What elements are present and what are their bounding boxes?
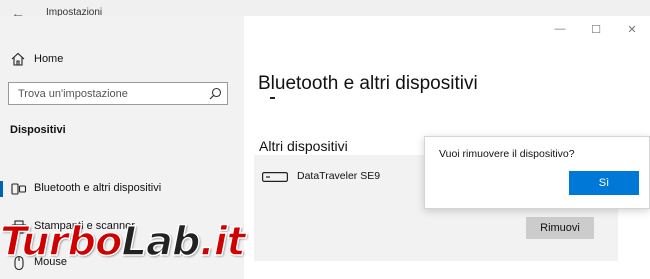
window-controls: — ☐ ✕ — [542, 16, 650, 42]
search-input[interactable] — [9, 83, 208, 104]
watermark-part-3: .it — [199, 218, 247, 266]
search-icon[interactable] — [209, 87, 222, 100]
sidebar-item-bluetooth[interactable]: Bluetooth e altri dispositivi — [0, 178, 244, 200]
home-icon — [11, 52, 25, 66]
turbolab-watermark-logo: TurboLab.it — [0, 212, 246, 272]
usb-drive-icon — [262, 172, 288, 182]
watermark-part-1: Turbo — [0, 218, 123, 266]
selection-indicator — [0, 181, 3, 197]
maximize-icon[interactable]: ☐ — [578, 16, 614, 42]
watermark-part-2: Lab — [121, 218, 202, 266]
sidebar-item-home[interactable]: Home — [10, 50, 63, 68]
search-box[interactable] — [8, 82, 228, 105]
close-icon[interactable]: ✕ — [614, 16, 650, 42]
confirm-yes-button[interactable]: Sì — [569, 171, 639, 195]
device-name: DataTraveler SE9 — [297, 170, 381, 182]
page-title: Bluetooth e altri dispositivi — [258, 72, 478, 94]
title-bar: ← Impostazioni — [0, 0, 650, 21]
remove-device-button[interactable]: Rimuovi — [526, 217, 594, 239]
bluetooth-devices-icon — [11, 183, 27, 195]
minimize-icon[interactable]: — — [542, 16, 578, 42]
sidebar-item-label: Bluetooth e altri dispositivi — [34, 182, 162, 194]
confirm-remove-dialog: Vuoi rimuovere il dispositivo? Sì — [424, 136, 650, 209]
sidebar-item-label: Home — [34, 53, 64, 65]
dialog-message: Vuoi rimuovere il dispositivo? — [439, 148, 575, 160]
loading-indicator — [270, 97, 275, 99]
section-title-other-devices: Altri dispositivi — [259, 138, 348, 154]
sidebar-section-title: Dispositivi — [10, 124, 66, 136]
